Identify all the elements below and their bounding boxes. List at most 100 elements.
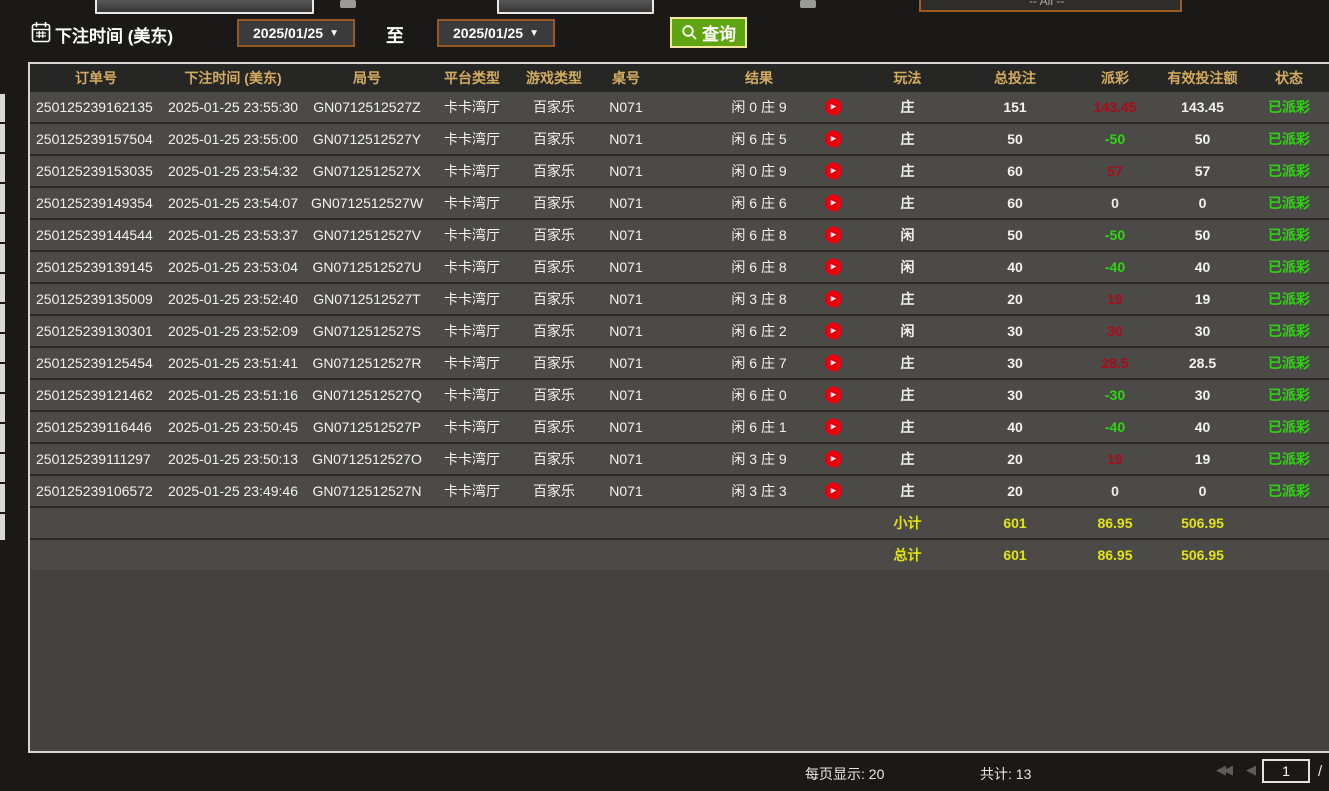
play-video-icon[interactable]: ▶ — [825, 195, 842, 212]
play-video-icon[interactable]: ▶ — [825, 163, 842, 180]
cell-result: 闲 6 庄 1 ▶ — [658, 417, 860, 437]
cell-round-id: GN0712512527W — [304, 195, 430, 211]
cell-status: 已派彩 — [1250, 417, 1328, 437]
play-video-icon[interactable]: ▶ — [825, 483, 842, 500]
first-page-button[interactable]: ◀◀ — [1216, 762, 1230, 778]
result-text: 闲 6 庄 1 — [731, 419, 786, 435]
subtotal-valid-bet: 506.95 — [1155, 515, 1250, 531]
cell-round-id: GN0712512527Y — [304, 131, 430, 147]
play-video-icon[interactable]: ▶ — [825, 227, 842, 244]
cell-table-no: N071 — [594, 195, 658, 211]
date-range-to-label: 至 — [386, 22, 404, 48]
cell-bet-time: 2025-01-25 23:51:16 — [162, 387, 304, 403]
col-header-payout: 派彩 — [1075, 68, 1155, 88]
cell-order-id: 250125239139145 — [30, 259, 162, 275]
cell-platform: 卡卡湾厅 — [430, 417, 514, 437]
search-button-label: 查询 — [702, 20, 736, 45]
cell-platform: 卡卡湾厅 — [430, 481, 514, 501]
cell-result: 闲 3 庄 9 ▶ — [658, 449, 860, 469]
date-to-select[interactable]: 2025/01/25▼ — [437, 19, 555, 47]
cell-total-bet: 30 — [955, 323, 1075, 339]
cell-play: 闲 — [860, 321, 955, 341]
page-size-label: 每页显示: 20 — [805, 764, 884, 784]
cell-game-type: 百家乐 — [514, 289, 594, 309]
grand-total-valid-bet: 506.95 — [1155, 547, 1250, 563]
col-header-game-type: 游戏类型 — [514, 68, 594, 88]
cell-order-id: 250125239135009 — [30, 291, 162, 307]
cell-valid-bet: 19 — [1155, 291, 1250, 307]
cell-table-no: N071 — [594, 291, 658, 307]
cell-payout: -40 — [1075, 419, 1155, 435]
cell-game-type: 百家乐 — [514, 97, 594, 117]
cell-payout: 0 — [1075, 483, 1155, 499]
cell-game-type: 百家乐 — [514, 385, 594, 405]
play-video-icon[interactable]: ▶ — [825, 419, 842, 436]
play-video-icon[interactable]: ▶ — [825, 355, 842, 372]
cell-platform: 卡卡湾厅 — [430, 449, 514, 469]
page-number-input[interactable] — [1262, 759, 1310, 783]
cell-table-no: N071 — [594, 419, 658, 435]
table-row: 250125239111297 2025-01-25 23:50:13 GN07… — [30, 442, 1329, 474]
play-video-icon[interactable]: ▶ — [825, 451, 842, 468]
cell-total-bet: 30 — [955, 387, 1075, 403]
cell-result: 闲 6 庄 8 ▶ — [658, 225, 860, 245]
table-body: 250125239162135 2025-01-25 23:55:30 GN07… — [30, 92, 1329, 506]
cell-status: 已派彩 — [1250, 385, 1328, 405]
subtotal-total-bet: 601 — [955, 515, 1075, 531]
chevron-down-icon: ▼ — [329, 28, 339, 39]
cell-play: 庄 — [860, 449, 955, 469]
cell-round-id: GN0712512527V — [304, 227, 430, 243]
cell-status: 已派彩 — [1250, 225, 1328, 245]
play-video-icon[interactable]: ▶ — [825, 131, 842, 148]
cell-valid-bet: 30 — [1155, 323, 1250, 339]
cell-order-id: 250125239149354 — [30, 195, 162, 211]
table-row: 250125239157504 2025-01-25 23:55:00 GN07… — [30, 122, 1329, 154]
col-header-order-id: 订单号 — [30, 68, 162, 88]
cell-round-id: GN0712512527Q — [304, 387, 430, 403]
play-video-icon[interactable]: ▶ — [825, 387, 842, 404]
cell-order-id: 250125239153035 — [30, 163, 162, 179]
play-video-icon[interactable]: ▶ — [825, 323, 842, 340]
search-button[interactable]: 查询 — [670, 17, 747, 48]
cell-platform: 卡卡湾厅 — [430, 321, 514, 341]
table-row: 250125239162135 2025-01-25 23:55:30 GN07… — [30, 92, 1329, 122]
date-from-select[interactable]: 2025/01/25 ▼ — [237, 19, 355, 47]
cell-payout: 143.45 — [1075, 99, 1155, 115]
cell-round-id: GN0712512527Z — [304, 99, 430, 115]
cutoff-text-input-1[interactable] — [95, 0, 314, 14]
play-video-icon[interactable]: ▶ — [825, 259, 842, 276]
col-header-table-no: 桌号 — [594, 68, 658, 88]
col-header-play: 玩法 — [860, 68, 955, 88]
cell-total-bet: 60 — [955, 163, 1075, 179]
date-from-value: 2025/01/25 — [253, 25, 323, 41]
cell-result: 闲 3 庄 3 ▶ — [658, 481, 860, 501]
cell-game-type: 百家乐 — [514, 449, 594, 469]
cutoff-all-dropdown[interactable]: -- All -- — [919, 0, 1182, 12]
cell-game-type: 百家乐 — [514, 193, 594, 213]
cell-game-type: 百家乐 — [514, 129, 594, 149]
prev-page-button[interactable]: ◀ — [1246, 762, 1253, 778]
cutoff-text-input-2[interactable] — [497, 0, 654, 14]
cell-payout: -30 — [1075, 387, 1155, 403]
play-video-icon[interactable]: ▶ — [825, 291, 842, 308]
cell-total-bet: 20 — [955, 483, 1075, 499]
cell-play: 庄 — [860, 417, 955, 437]
record-count-label: 共计: 13 — [980, 764, 1031, 784]
cell-order-id: 250125239144544 — [30, 227, 162, 243]
cell-bet-time: 2025-01-25 23:52:40 — [162, 291, 304, 307]
cell-status: 已派彩 — [1250, 193, 1328, 213]
cell-play: 庄 — [860, 385, 955, 405]
play-video-icon[interactable]: ▶ — [825, 99, 842, 116]
cell-bet-time: 2025-01-25 23:50:45 — [162, 419, 304, 435]
result-text: 闲 6 庄 8 — [731, 227, 786, 243]
col-header-round-id: 局号 — [304, 68, 430, 88]
cell-status: 已派彩 — [1250, 129, 1328, 149]
result-text: 闲 6 庄 0 — [731, 387, 786, 403]
col-header-status: 状态 — [1250, 68, 1328, 88]
cell-order-id: 250125239125454 — [30, 355, 162, 371]
cell-bet-time: 2025-01-25 23:53:04 — [162, 259, 304, 275]
grand-total-total-bet: 601 — [955, 547, 1075, 563]
cell-payout: 0 — [1075, 195, 1155, 211]
result-text: 闲 6 庄 8 — [731, 259, 786, 275]
window-edge-artifact — [0, 94, 5, 540]
